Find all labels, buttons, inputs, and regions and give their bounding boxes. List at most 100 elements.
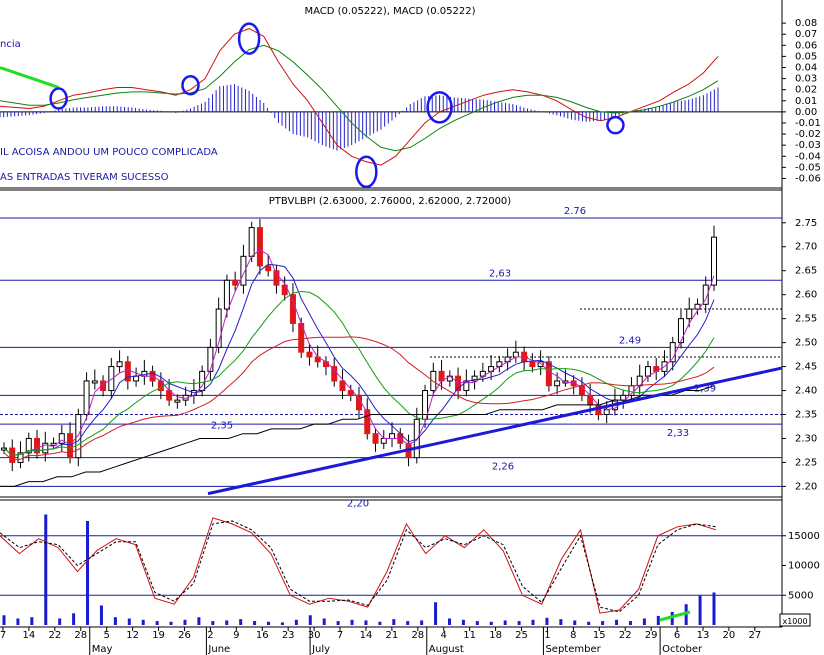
month-label: September (545, 644, 601, 655)
price-tick-label: 2.45 (795, 362, 817, 373)
candle-body (133, 375, 140, 382)
x-tick-label: 21 (386, 630, 399, 641)
candle-body (232, 279, 239, 286)
x-tick-label: 22 (48, 630, 61, 641)
level-label: 2,20 (347, 498, 369, 509)
macd-tick-label: -0.06 (795, 173, 821, 184)
x-tick-label: 4 (441, 630, 447, 641)
x-tick-label: 9 (233, 630, 239, 641)
level-label: 2,35 (211, 421, 233, 432)
candle-body (389, 433, 396, 439)
candle-body (289, 294, 296, 324)
macd-tick-label: 0.01 (795, 96, 817, 107)
level-label: 2.76 (564, 206, 586, 217)
month-label: August (429, 644, 464, 655)
candle-body (413, 418, 420, 459)
candle-body (67, 433, 74, 459)
price-tick-label: 2.75 (795, 218, 817, 229)
price-tick-label: 2.30 (795, 433, 817, 444)
x-tick-label: 22 (619, 630, 632, 641)
macd-tick-label: -0.03 (795, 140, 821, 151)
macd-note-3: AS ENTRADAS TIVERAM SUCESSO (0, 172, 169, 183)
green-trend-mark (0, 66, 60, 89)
price-tick-label: 2.40 (795, 386, 817, 397)
level-label: 2,33 (667, 428, 689, 439)
candle-body (75, 414, 82, 459)
macd-tick-label: -0.05 (795, 162, 821, 173)
macd-tick-label: 0.06 (795, 40, 817, 51)
x-tick-label: 1 (544, 630, 550, 641)
candle-body (306, 351, 313, 358)
x-tick-label: 12 (126, 630, 139, 641)
x-tick-label: 14 (360, 630, 373, 641)
price-tick-label: 2.70 (795, 242, 817, 253)
candle-body (554, 380, 561, 387)
macd-tick-label: 0.03 (795, 74, 817, 85)
x-tick-label: 2 (207, 630, 213, 641)
x-tick-label: 8 (570, 630, 576, 641)
x-tick-label: 13 (697, 630, 710, 641)
macd-panel: 0.080.070.060.050.040.030.020.010.00-0.0… (0, 18, 821, 189)
price-tick-label: 2.65 (795, 266, 817, 277)
candle-body (677, 318, 684, 344)
price-tick-label: 2.35 (795, 410, 817, 421)
candle-body (256, 227, 263, 267)
x-tick-label: 23 (282, 630, 295, 641)
candle-body (512, 351, 519, 358)
x-tick-label: 25 (515, 630, 528, 641)
candle-body (603, 409, 610, 416)
macd-note-2: IL ACOISA ANDOU UM POUCO COMPLICADA (0, 147, 218, 158)
candle-body (83, 380, 90, 416)
x-tick-label: 19 (152, 630, 165, 641)
stochastic-panel: 15000 10000 5000 (0, 514, 820, 625)
macd-tick-label: 0.00 (795, 107, 817, 118)
stoch-tick-label: 10000 (788, 561, 820, 572)
candle-body (380, 437, 387, 444)
price-tick-label: 2.55 (795, 314, 817, 325)
stoch-d-line (0, 520, 717, 613)
level-label: 2,26 (492, 462, 514, 473)
candle-body (91, 380, 98, 384)
month-label: October (662, 644, 703, 655)
x-tick-label: 16 (256, 630, 269, 641)
x-tick-label: 18 (489, 630, 502, 641)
candle-body (207, 346, 214, 372)
x-tick-label: 29 (645, 630, 658, 641)
price-tick-label: 2.20 (795, 481, 817, 492)
candle-body (248, 227, 255, 257)
x-tick-label: 14 (23, 630, 36, 641)
macd-tick-label: 0.08 (795, 18, 817, 29)
stock-chart: MACD (0.05222), MACD (0.05222) PTBVLBPI … (0, 0, 821, 655)
candle-body (339, 380, 346, 392)
price-tick-label: 2.60 (795, 290, 817, 301)
x-tick-label: 6 (674, 630, 680, 641)
macd-tick-label: -0.01 (795, 118, 821, 129)
x-tick-label: 7 (0, 630, 6, 641)
candle-body (372, 433, 379, 444)
support-trendline (207, 366, 783, 496)
candle-body (711, 236, 717, 286)
x-axis: 7 14 22 28 5 12 19 26 2 9 16 23 30 7 14 21 28 4 11 18 25 1 8 15… (0, 627, 761, 655)
macd-title: MACD (0.05222), MACD (0.05222) (305, 6, 476, 17)
candle-body (223, 279, 230, 310)
candle-body (116, 361, 123, 368)
x-tick-label: 7 (337, 630, 343, 641)
candle-body (265, 265, 272, 272)
x-tick-label: 15 (593, 630, 606, 641)
x-tick-label: 5 (104, 630, 110, 641)
price-tick-label: 2.25 (795, 457, 817, 468)
x-tick-label: 26 (178, 630, 191, 641)
x-tick-label: 11 (463, 630, 476, 641)
macd-tick-label: -0.02 (795, 129, 821, 140)
macd-tick-label: 0.04 (795, 62, 817, 73)
x-tick-label: 28 (411, 630, 424, 641)
macd-tick-label: 0.02 (795, 85, 817, 96)
month-label: May (92, 644, 113, 655)
level-label: 2,63 (489, 268, 511, 279)
month-label: June (207, 644, 230, 655)
month-label: July (311, 644, 330, 655)
level-label: 2.49 (619, 335, 641, 346)
macd-tick-label: -0.04 (795, 151, 821, 162)
stoch-tick-label: 5000 (788, 590, 813, 601)
macd-tick-label: 0.07 (795, 29, 817, 40)
